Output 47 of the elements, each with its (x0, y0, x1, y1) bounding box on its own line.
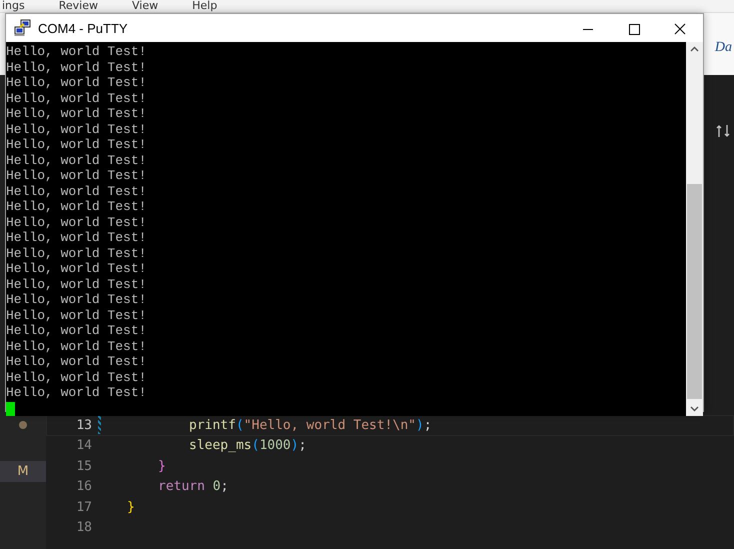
scroll-bar[interactable] (686, 42, 703, 416)
terminal-line: Hello, world Test! (6, 338, 146, 354)
terminal-line: Hello, world Test! (6, 75, 146, 90)
line-number: 16 (75, 479, 92, 494)
line-number: 18 (75, 520, 92, 536)
terminal-line: Hello, world Test! (6, 214, 146, 230)
terminal-line: Hello, world Test! (6, 106, 146, 122)
swap-arrows-icon[interactable] (716, 123, 730, 139)
line-number: 15 (75, 458, 92, 474)
window-title: COM4 - PuTTY (38, 20, 128, 36)
terminal-line: Hello, world Test! (6, 276, 146, 292)
terminal-line: Hello, world Test! (6, 292, 146, 308)
modified-badge[interactable]: M (0, 461, 46, 482)
terminal-line: Hello, world Test! (6, 184, 146, 199)
line-number: 14 (75, 438, 92, 454)
computers-icon (14, 19, 32, 37)
line-number: 13 (75, 418, 92, 433)
scroll-thumb[interactable] (687, 184, 702, 398)
terminal-line: Hello, world Test! (6, 168, 146, 184)
menu-item[interactable]: View (132, 0, 158, 12)
terminal-line: Hello, world Test! (6, 60, 146, 75)
terminal-line: Hello, world Test! (6, 308, 146, 323)
ribbon-label: Da (714, 40, 732, 56)
dot-icon (19, 421, 27, 429)
terminal-line: Hello, world Test! (6, 246, 146, 261)
terminal-line: Hello, world Test! (6, 90, 146, 106)
terminal-line: Hello, world Test! (6, 261, 146, 276)
cursor-block (6, 402, 15, 416)
terminal-line: Hello, world Test! (6, 323, 146, 338)
code-text: return 0; (158, 479, 228, 494)
menu-item[interactable]: Help (192, 0, 218, 12)
terminal-line: Hello, world Test! (6, 230, 146, 246)
terminal-line: Hello, world Test! (6, 354, 146, 370)
terminal-line: Hello, world Test! (6, 137, 146, 152)
menu-item[interactable]: ings (2, 0, 25, 12)
terminal-line: Hello, world Test! (6, 44, 146, 60)
menu-item[interactable]: Review (58, 0, 98, 12)
code-text: } (127, 500, 135, 515)
terminal-line: Hello, world Test! (6, 199, 146, 214)
line-number: 17 (75, 500, 92, 515)
code-text: printf("Hello, world Test!\n"); (189, 418, 432, 433)
code-text: sleep_ms(1000); (189, 438, 306, 454)
code-text: } (158, 458, 166, 474)
terminal-line: Hello, world Test! (6, 370, 146, 385)
terminal-line: Hello, world Test! (6, 152, 146, 168)
terminal-line: Hello, world Test! (6, 385, 146, 400)
terminal-line: Hello, world Test! (6, 122, 146, 137)
